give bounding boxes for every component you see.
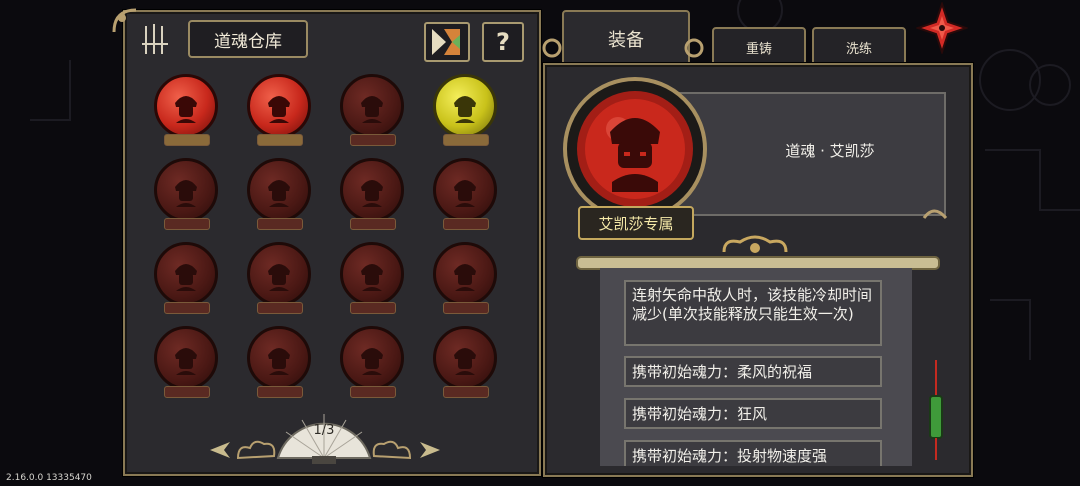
page-indicator-text: 1/3 [313,423,335,438]
cloud-ornament-right-icon [372,440,412,460]
banner-ornament-icon [922,209,948,220]
exclusive-tag-text: 艾凯莎专属 [598,214,674,233]
portrait-icon [361,96,383,123]
soul-orb-slot[interactable] [154,242,218,306]
exclusive-tag: 艾凯莎专属 [578,206,694,240]
soul-orb-slot[interactable] [340,74,404,138]
description-item: 携带初始魂力：狂风 [624,398,882,429]
orb-pedestal [164,302,210,314]
sort-arrows-icon [432,29,460,55]
orb-pedestal [257,218,303,230]
soul-orb-slot[interactable] [247,326,311,390]
next-page-arrow-icon[interactable] [416,440,442,460]
cloud-ornament-left-icon [236,440,276,460]
orb-pedestal [257,302,303,314]
tab-recast[interactable]: 重铸 [712,27,806,67]
orb-pedestal [350,302,396,314]
sort-button[interactable] [424,22,470,62]
portrait-icon [268,96,290,123]
portrait-icon [454,348,476,375]
soul-orb-slot[interactable] [247,242,311,306]
orb-pedestal [350,386,396,398]
soul-orb-slot[interactable] [433,158,497,222]
portrait-icon [454,96,476,123]
portrait-icon [175,96,197,123]
soul-orb-slot[interactable] [154,74,218,138]
soul-orb-slot[interactable] [433,242,497,306]
portrait-icon [361,348,383,375]
prev-page-arrow-icon[interactable] [208,440,234,460]
weapon-rack-icon [142,24,168,54]
portrait-icon [454,180,476,207]
close-shuriken-icon[interactable] [916,2,968,54]
corner-ornament-icon [112,8,137,33]
help-label: ? [496,28,510,56]
soul-orb-slot[interactable] [433,74,497,138]
orb-pedestal [443,386,489,398]
soul-orb-slot[interactable] [247,158,311,222]
portrait-icon [361,264,383,291]
portrait-icon [454,264,476,291]
portrait-icon [175,264,197,291]
soul-name: 道魂 · 艾凯莎 [785,142,875,160]
warehouse-title-text: 道魂仓库 [214,31,282,52]
tab-refine[interactable]: 洗练 [812,27,906,67]
tab-ornament-left-icon [542,38,562,58]
orb-pedestal [164,218,210,230]
orb-pedestal [164,386,210,398]
portrait-icon [268,264,290,291]
orb-pedestal [443,302,489,314]
soul-orb-slot[interactable] [154,158,218,222]
soul-orb-slot[interactable] [247,74,311,138]
orb-pedestal [257,386,303,398]
portrait-icon [268,180,290,207]
warehouse-title: 道魂仓库 [188,20,308,58]
orb-pedestal [350,134,396,146]
portrait-icon [175,348,197,375]
portrait-icon [361,180,383,207]
soul-orb-slot[interactable] [340,242,404,306]
orb-pedestal [257,134,303,146]
fan-page-indicator [276,414,372,464]
portrait-icon [175,180,197,207]
description-item: 携带初始魂力：柔风的祝福 [624,356,882,387]
orb-pedestal [164,134,210,146]
description-item: 携带初始魂力：投射物速度强 [624,440,882,466]
soul-orb-slot[interactable] [340,158,404,222]
description-main: 连射矢命中敌人时，该技能冷却时间减少(单次技能释放只能生效一次) [624,280,882,346]
soul-orb-slot[interactable] [433,326,497,390]
soul-orb-slot[interactable] [340,326,404,390]
selected-soul-orb [563,77,707,221]
soul-orb-slot[interactable] [154,326,218,390]
tab-recast-label: 重铸 [745,41,772,57]
orb-pedestal [443,218,489,230]
version-label: 2.16.0.0 13335470 [6,473,92,483]
tab-equip-label: 装备 [608,30,644,51]
orb-pedestal [350,218,396,230]
help-button[interactable]: ? [482,22,524,62]
jade-pendant-icon [929,360,943,460]
tab-refine-label: 洗练 [845,41,872,57]
orb-pedestal [443,134,489,146]
tab-ornament-right-icon [684,38,704,58]
portrait-icon [268,348,290,375]
tab-equip[interactable]: 装备 [562,10,690,68]
